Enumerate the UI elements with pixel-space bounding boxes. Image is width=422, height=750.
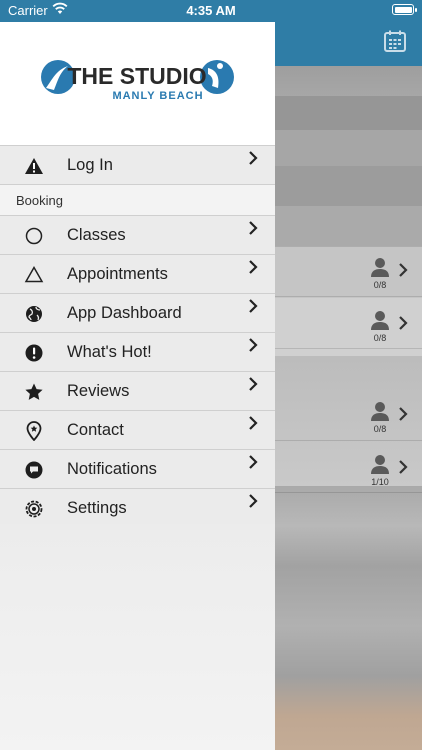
- divider: [275, 246, 422, 247]
- gear-icon: [25, 500, 43, 518]
- menu-item-label: Log In: [67, 156, 113, 174]
- chevron-right-icon: [249, 494, 258, 508]
- logo-area: THE STUDIO MANLY BEACH: [0, 22, 275, 145]
- class-slot[interactable]: 1/10: [366, 454, 408, 494]
- chevron-right-icon: [249, 299, 258, 313]
- chat-bubble-icon: [25, 461, 43, 479]
- chevron-right-icon: [249, 221, 258, 235]
- circle-icon: [25, 227, 43, 245]
- capacity-count: 0/8: [373, 424, 387, 434]
- section-label: Booking: [16, 193, 63, 208]
- menu-item-label: Classes: [67, 226, 126, 244]
- menu-item-contact[interactable]: Contact: [0, 411, 275, 450]
- clock: 4:35 AM: [186, 3, 236, 18]
- menu-item-settings[interactable]: Settings: [0, 489, 275, 528]
- chevron-right-icon: [249, 455, 258, 469]
- menu-item-classes[interactable]: Classes: [0, 216, 275, 255]
- menu-item-label: Reviews: [67, 382, 130, 400]
- chevron-right-icon: [249, 260, 258, 274]
- logo-title: THE STUDIO: [67, 63, 206, 89]
- section-header-booking: Booking: [0, 185, 275, 216]
- logo-subtitle: MANLY BEACH: [112, 90, 203, 102]
- chevron-right-icon: [249, 338, 258, 352]
- battery-icon: [392, 4, 417, 15]
- capacity-count: 0/8: [373, 333, 387, 343]
- class-slot[interactable]: 0/8: [366, 310, 408, 350]
- person-icon: [371, 402, 389, 421]
- class-slot[interactable]: 0/8: [366, 257, 408, 297]
- menu-item-notifications[interactable]: Notifications: [0, 450, 275, 489]
- chevron-right-icon: [399, 263, 408, 277]
- menu-item-label: Notifications: [67, 460, 157, 478]
- menu-item-label: Settings: [67, 499, 127, 517]
- menu-item-label: App Dashboard: [67, 304, 182, 322]
- side-drawer: THE STUDIO MANLY BEACH Log In Booking Cl…: [0, 22, 275, 750]
- chevron-right-icon: [249, 377, 258, 391]
- star-icon: [25, 383, 43, 400]
- menu-item-appointments[interactable]: Appointments: [0, 255, 275, 294]
- chevron-right-icon: [249, 416, 258, 430]
- class-slot[interactable]: 0/8: [366, 401, 408, 441]
- menu-item-label: What's Hot!: [67, 343, 152, 361]
- triangle-icon: [24, 265, 44, 283]
- status-bar: Carrier 4:35 AM: [0, 0, 422, 22]
- menu-item-reviews[interactable]: Reviews: [0, 372, 275, 411]
- calendar-icon[interactable]: [384, 30, 406, 52]
- capacity-count: 1/10: [371, 477, 389, 487]
- warning-icon: [25, 158, 43, 174]
- exclamation-icon: [25, 344, 43, 362]
- menu-item-label: Contact: [67, 421, 124, 439]
- menu-item-app-dashboard[interactable]: App Dashboard: [0, 294, 275, 333]
- person-icon: [371, 311, 389, 330]
- menu-item-whats-hot[interactable]: What's Hot!: [0, 333, 275, 372]
- globe-icon: [26, 306, 42, 322]
- chevron-right-icon: [399, 460, 408, 474]
- drawer-empty-area: [0, 524, 275, 750]
- location-pin-icon: [26, 421, 42, 441]
- person-icon: [371, 258, 389, 277]
- chevron-right-icon: [249, 151, 258, 165]
- person-icon: [371, 455, 389, 474]
- chevron-right-icon: [399, 316, 408, 330]
- capacity-count: 0/8: [373, 280, 387, 290]
- studio-logo: THE STUDIO MANLY BEACH: [41, 60, 234, 102]
- menu-item-label: Appointments: [67, 265, 168, 283]
- menu-item-login[interactable]: Log In: [0, 145, 275, 185]
- chevron-right-icon: [399, 407, 408, 421]
